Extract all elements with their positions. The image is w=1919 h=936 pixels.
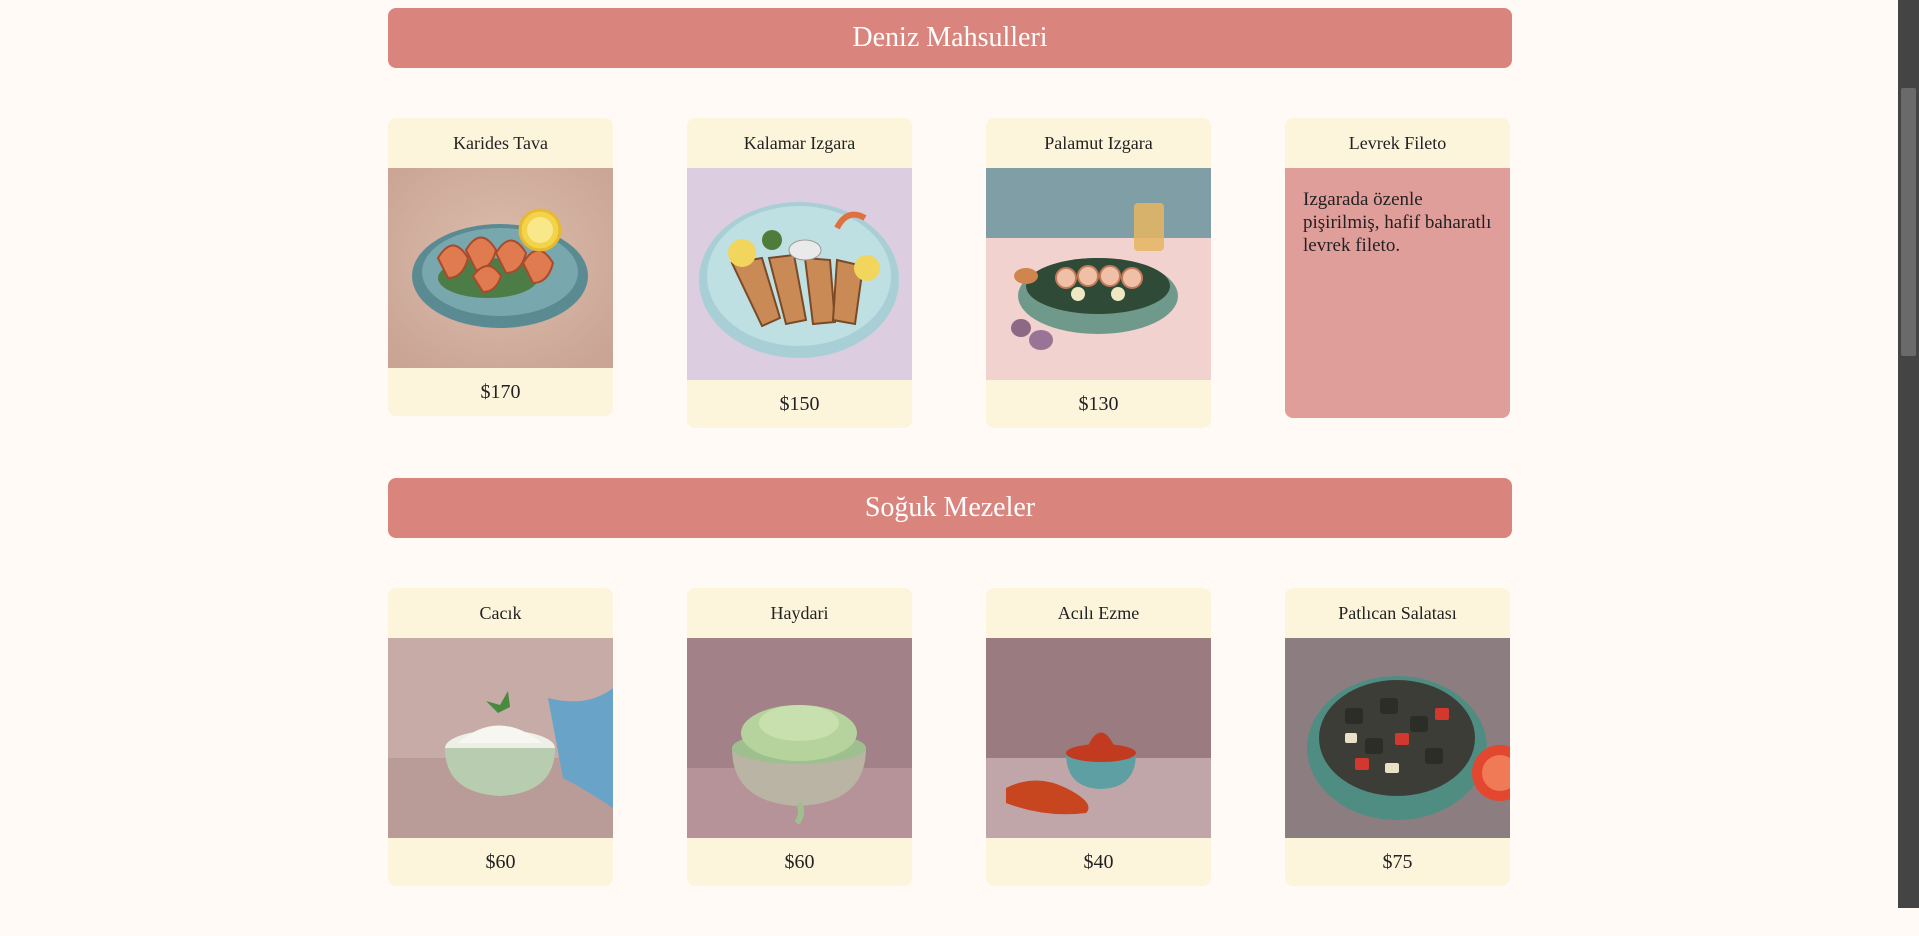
section-banner-seafood: Deniz Mahsulleri [388, 8, 1512, 68]
menu-item-price: $130 [1078, 392, 1119, 415]
menu-card[interactable]: Kalamar Izgara $150 [687, 118, 912, 428]
menu-card[interactable]: Palamut Izgara $130 [986, 118, 1211, 428]
seafood-row: Karides Tava $170 Kalamar Izgara $150 Pa… [388, 118, 1512, 428]
menu-item-name: Cacık [479, 602, 522, 623]
haydari-bowl-image [687, 638, 912, 838]
menu-item-name: Kalamar Izgara [743, 132, 856, 153]
scrollbar-thumb[interactable] [1901, 88, 1916, 356]
menu-item-price: $40 [1083, 850, 1114, 873]
menu-card[interactable]: Patlıcan Salatası $75 [1285, 588, 1510, 886]
section-title: Deniz Mahsulleri [852, 22, 1048, 53]
shrimp-plate-image [388, 168, 613, 368]
menu-item-name: Karides Tava [453, 132, 548, 153]
menu-item-name: Palamut Izgara [1044, 132, 1153, 153]
cold-mezes-row: Cacık $60 Haydari $60 Acılı Ezme $40 Pat… [388, 588, 1512, 886]
menu-card[interactable]: Levrek Fileto Izgarada özenle pişirilmiş… [1285, 118, 1510, 418]
menu-item-description: Izgarada özenle pişirilmiş, hafif bahara… [1285, 168, 1510, 418]
menu-item-name: Acılı Ezme [1057, 602, 1140, 623]
menu-card[interactable]: Acılı Ezme $40 [986, 588, 1211, 886]
ezme-bowl-image [986, 638, 1211, 838]
grilled-squid-plate-image [687, 168, 912, 380]
menu-item-name: Patlıcan Salatası [1338, 602, 1457, 623]
section-banner-cold-mezes: Soğuk Mezeler [388, 478, 1512, 538]
bonito-bowl-image [986, 168, 1211, 380]
menu-item-price: $60 [784, 850, 815, 873]
menu-item-price: $150 [779, 392, 820, 415]
cacik-bowl-image [388, 638, 613, 838]
menu-item-price: $60 [485, 850, 516, 873]
menu-card[interactable]: Karides Tava $170 [388, 118, 613, 416]
menu-card[interactable]: Cacık $60 [388, 588, 613, 886]
menu-item-price: $75 [1382, 850, 1413, 873]
menu-content: Deniz Mahsulleri Karides Tava $170 Kalam… [388, 0, 1512, 936]
menu-item-price: $170 [480, 380, 521, 403]
section-title: Soğuk Mezeler [864, 492, 1036, 523]
vertical-scrollbar[interactable] [1898, 0, 1919, 908]
menu-item-name: Haydari [770, 602, 829, 623]
menu-item-name: Levrek Fileto [1348, 132, 1447, 153]
menu-card[interactable]: Haydari $60 [687, 588, 912, 886]
eggplant-salad-bowl-image [1285, 638, 1510, 838]
